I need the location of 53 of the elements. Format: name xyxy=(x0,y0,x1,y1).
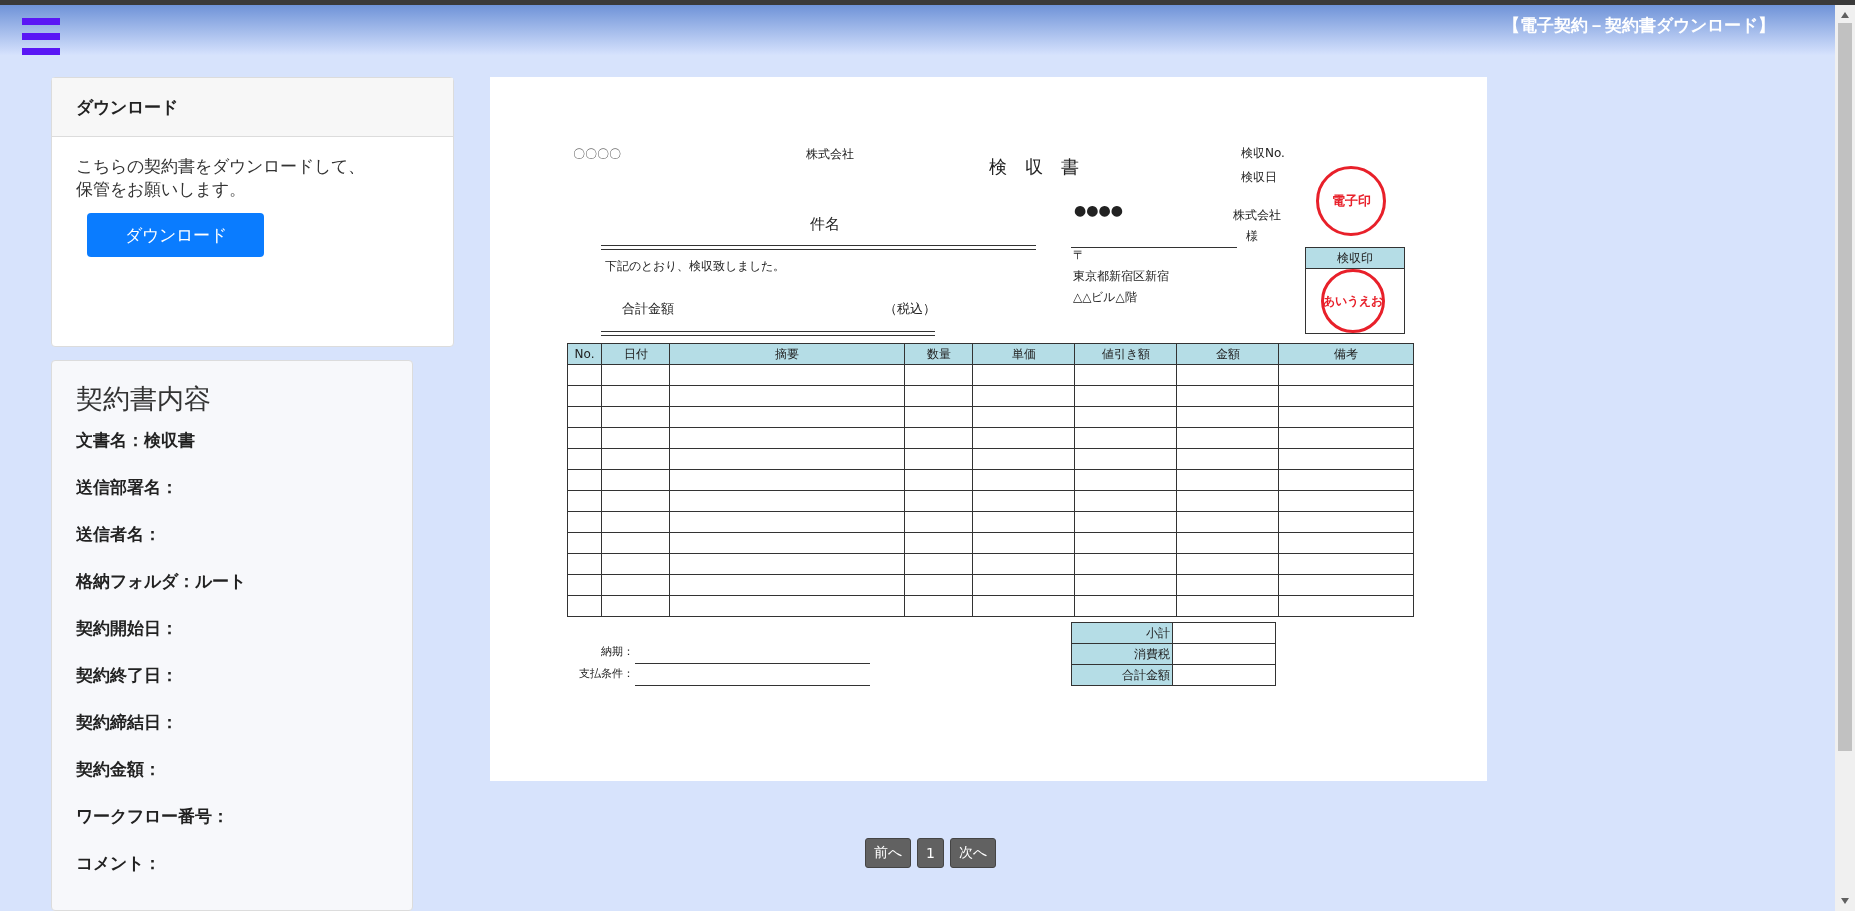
column-header: 摘要 xyxy=(669,343,905,365)
column-header: 単価 xyxy=(972,343,1075,365)
summary-label: 消費税 xyxy=(1071,643,1173,665)
card-title: ダウンロード xyxy=(52,78,453,137)
recipient-name: ●●●● xyxy=(1074,202,1123,218)
detail-field: 文書名：検収書 xyxy=(76,429,412,476)
menu-icon[interactable] xyxy=(22,18,60,55)
inspection-seal: あいうえお xyxy=(1321,269,1385,333)
detail-field: 契約開始日： xyxy=(76,617,412,664)
page-title: 【電子契約－契約書ダウンロード】 xyxy=(1503,14,1775,37)
issuer-suffix: 株式会社 xyxy=(806,146,854,163)
column-header: 備考 xyxy=(1278,343,1414,365)
intro-text: 下記のとおり、検収致しました。 xyxy=(605,258,785,275)
electronic-seal: 電子印 xyxy=(1316,166,1386,236)
page-button[interactable]: 前へ xyxy=(865,838,911,868)
subject-label: 件名 xyxy=(810,215,840,234)
issuer-name: 〇〇〇〇 xyxy=(573,146,621,163)
scroll-up-icon[interactable] xyxy=(1840,11,1850,19)
tax-note: （税込） xyxy=(884,300,936,318)
terms-label: 支払条件： xyxy=(579,666,634,681)
detail-field: 契約締結日： xyxy=(76,711,412,758)
download-message: こちらの契約書をダウンロードして、 保管をお願いします。 xyxy=(76,155,366,201)
download-button[interactable]: ダウンロード xyxy=(87,213,264,257)
meta-label: 検収日 xyxy=(1241,169,1277,186)
terms-label: 納期： xyxy=(601,644,634,659)
detail-field: ワークフロー番号： xyxy=(76,805,412,852)
address-line: 東京都新宿区新宿 xyxy=(1073,268,1169,285)
column-header: 日付 xyxy=(601,343,670,365)
detail-field: 格納フォルダ：ルート xyxy=(76,570,412,617)
summary-label: 合計金額 xyxy=(1071,664,1173,686)
page-button[interactable]: 1 xyxy=(917,838,944,868)
column-header: 金額 xyxy=(1176,343,1279,365)
detail-field: コメント： xyxy=(76,852,412,899)
detail-field: 送信部署名： xyxy=(76,476,412,523)
detail-field: 契約終了日： xyxy=(76,664,412,711)
column-header: No. xyxy=(567,343,602,365)
scroll-down-icon[interactable] xyxy=(1840,897,1850,905)
meta-label: 検収No. xyxy=(1241,145,1285,162)
address-line: △△ビル△階 xyxy=(1073,289,1137,306)
column-header: 数量 xyxy=(904,343,973,365)
recipient-company: 株式会社 xyxy=(1233,207,1281,224)
address-line: 〒 xyxy=(1073,247,1085,264)
summary-label: 小計 xyxy=(1071,622,1173,644)
panel-title: 契約書内容 xyxy=(76,382,212,416)
detail-field: 契約金額： xyxy=(76,758,412,805)
scrollbar[interactable] xyxy=(1835,5,1855,911)
honorific: 様 xyxy=(1246,228,1258,245)
page-button[interactable]: 次へ xyxy=(949,838,996,868)
column-header: 値引き額 xyxy=(1074,343,1177,365)
total-label: 合計金額 xyxy=(622,300,674,318)
stamp-title: 検収印 xyxy=(1306,248,1404,269)
detail-field: 送信者名： xyxy=(76,523,412,570)
document-title: 検 収 書 xyxy=(989,155,1079,179)
